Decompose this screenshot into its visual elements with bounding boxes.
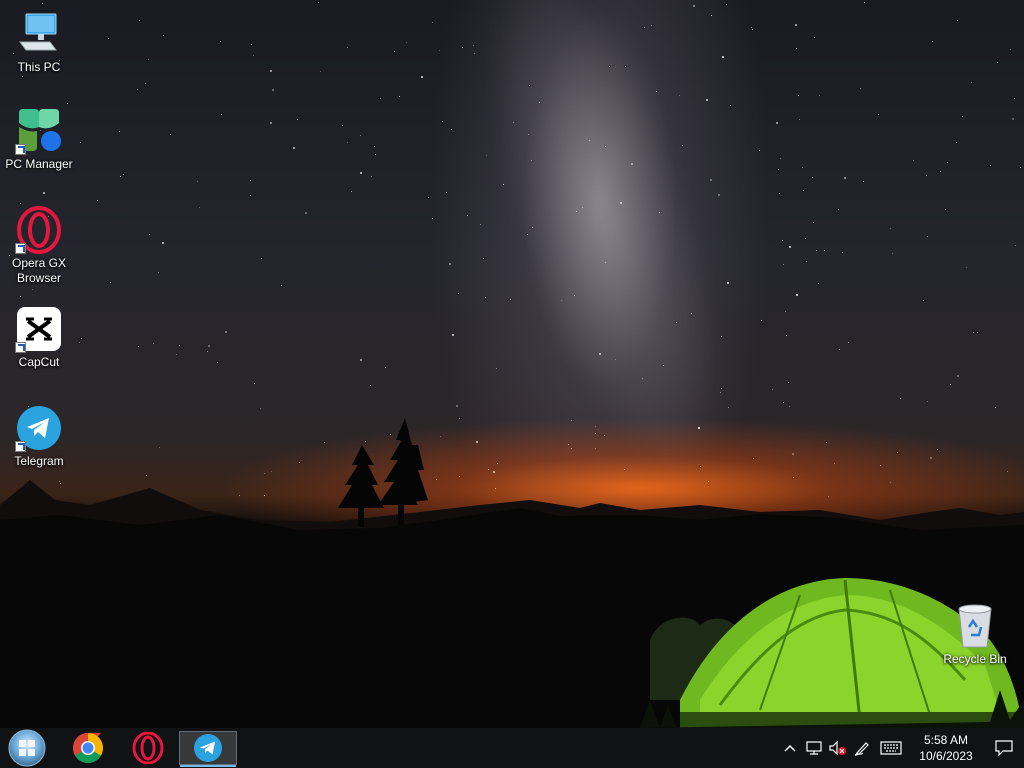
shortcut-arrow-icon (15, 243, 26, 254)
notification-icon[interactable] (984, 728, 1024, 768)
desktop-icon-label: Opera GX Browser (11, 256, 67, 285)
shortcut-arrow-icon (15, 441, 26, 452)
network-icon[interactable] (802, 728, 826, 768)
chevron-up-icon[interactable] (778, 728, 802, 768)
computer-icon (19, 13, 57, 51)
desktop-icon-label: PC Manager (5, 157, 73, 171)
desktop-icon-label: Telegram (14, 454, 64, 468)
desktop-icon-pc-manager[interactable]: PC Manager (1, 107, 77, 172)
desktop-icon-label: Recycle Bin (943, 652, 1007, 666)
shortcut-arrow-icon (15, 342, 26, 353)
keyboard-icon[interactable] (874, 728, 908, 768)
desktop-icon-label: CapCut (18, 355, 60, 369)
opera-icon (132, 732, 164, 764)
desktop-icon-opera-gx[interactable]: Opera GX Browser (1, 206, 77, 286)
clock[interactable]: 5:58 AM 10/6/2023 (914, 732, 978, 764)
system-tray: 5:58 AM 10/6/2023 (778, 728, 1024, 768)
telegram-icon (194, 734, 222, 762)
desktop-icon-telegram[interactable]: Telegram (1, 404, 77, 469)
clock-time: 5:58 AM (923, 733, 969, 747)
clock-date: 10/6/2023 (919, 749, 973, 763)
recycle-bin-icon (958, 604, 992, 648)
landscape (0, 418, 1024, 728)
taskbar-telegram-button[interactable] (179, 731, 237, 767)
shortcut-arrow-icon (15, 144, 26, 155)
desktop-icon-this-pc[interactable]: This PC (1, 10, 77, 75)
windows-start-icon (8, 729, 46, 767)
pen-icon[interactable] (850, 728, 874, 768)
desktop-icon-capcut[interactable]: CapCut (1, 305, 77, 370)
volume-muted-icon[interactable] (826, 728, 850, 768)
taskbar-opera-button[interactable] (118, 728, 178, 768)
desktop-icon-label: This PC (17, 60, 61, 74)
desktop-wallpaper: This PC PC Manager Opera GX Browser CapC… (0, 0, 1024, 728)
taskbar-chrome-button[interactable] (58, 728, 118, 768)
chrome-icon (72, 733, 104, 764)
start-button[interactable] (0, 728, 54, 768)
desktop-icon-recycle-bin[interactable]: Recycle Bin (937, 602, 1013, 667)
taskbar: 5:58 AM 10/6/2023 (0, 728, 1024, 768)
pine-trees (338, 418, 428, 527)
